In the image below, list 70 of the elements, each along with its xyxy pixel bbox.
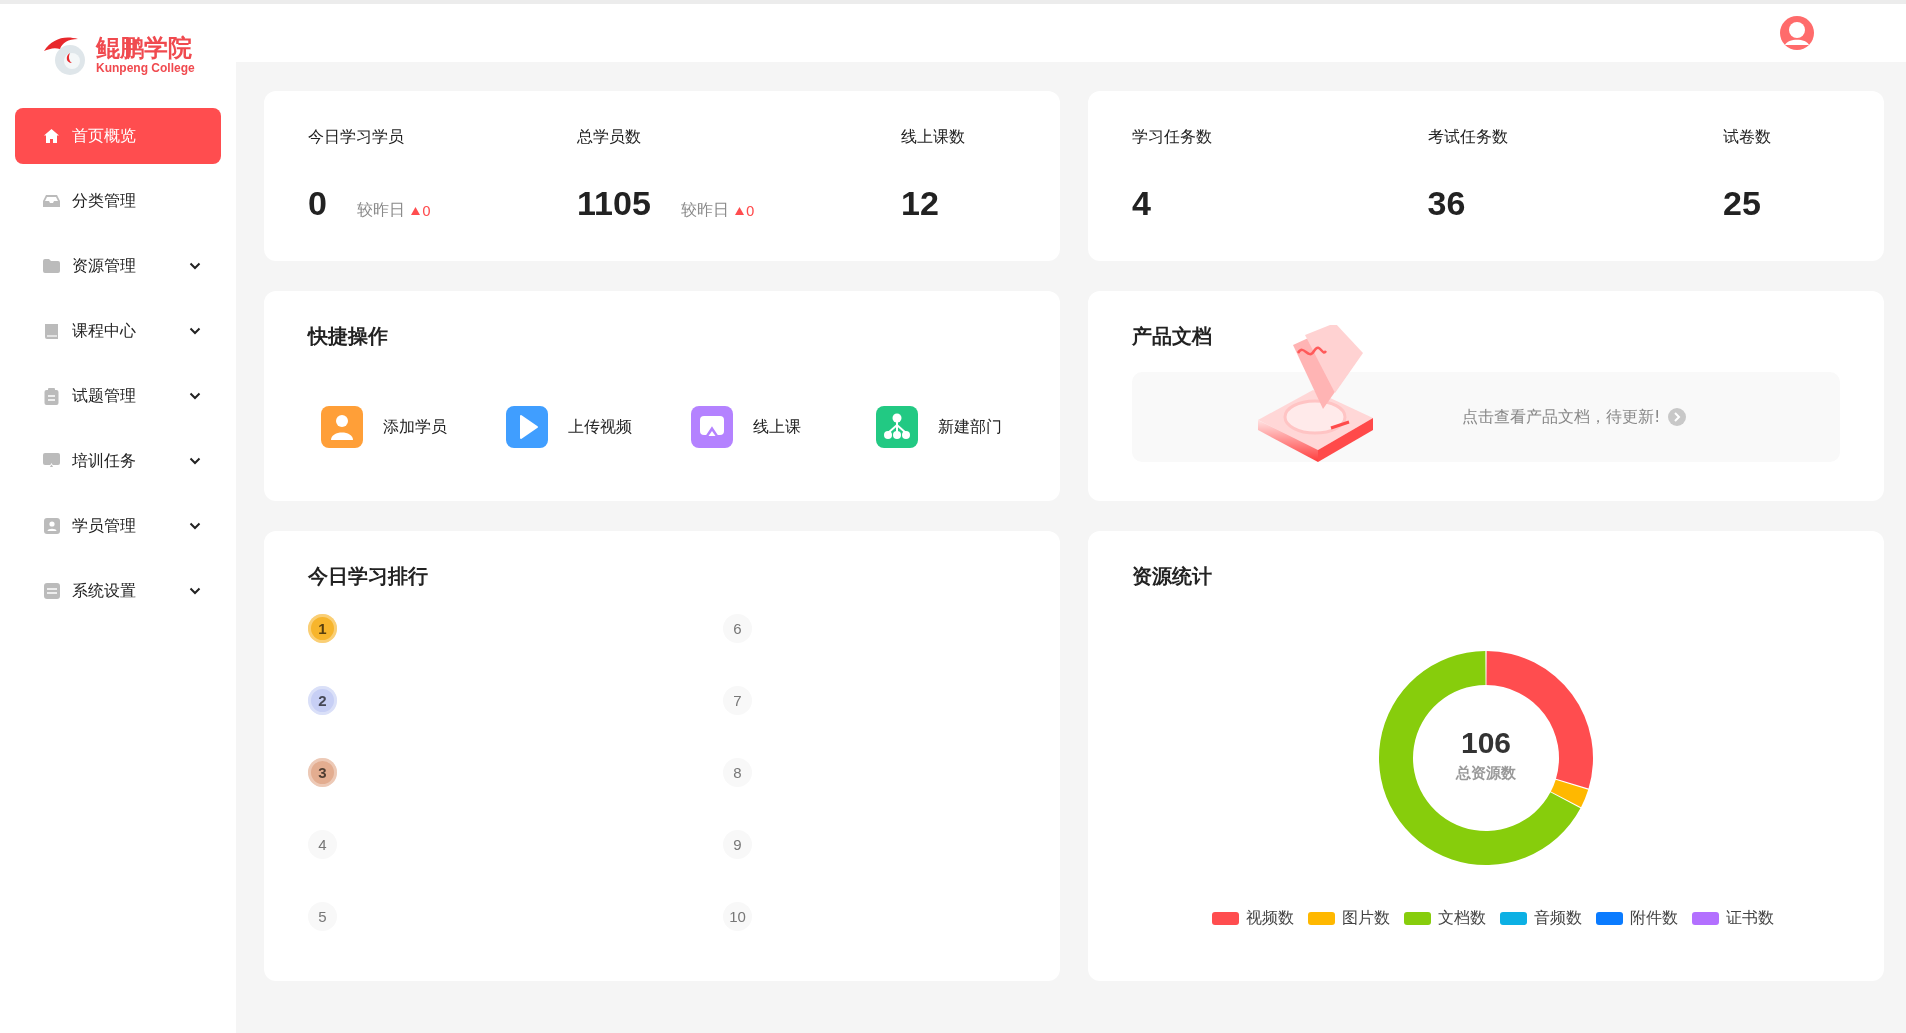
menu-item-icon [43, 518, 60, 534]
compare-label: 较昨日 [356, 200, 405, 221]
legend-label: 证书数 [1726, 908, 1774, 929]
chevron-down-icon [189, 327, 201, 335]
rank-number: 8 [723, 758, 752, 787]
menu-item-icon [44, 387, 59, 405]
menu-item-icon [43, 453, 60, 469]
logo-subtitle: Kunpeng College [96, 61, 195, 75]
sidebar-item[interactable]: 系统设置 [15, 563, 221, 619]
chevron-down-icon [189, 522, 201, 530]
menu-item-icon [44, 322, 59, 340]
quick-action[interactable]: 上传视频 [506, 406, 691, 448]
card-title: 产品文档 [1132, 323, 1213, 350]
sidebar-item[interactable]: 资源管理 [15, 238, 221, 294]
stat-label: 线上课数 [901, 127, 965, 148]
menu-item-icon [43, 194, 60, 208]
legend-label: 音频数 [1534, 908, 1582, 929]
stat-label: 今日学习学员 [308, 127, 405, 148]
sidebar-item[interactable]: 试题管理 [15, 368, 221, 424]
arrow-right-icon [1668, 408, 1687, 426]
rank-medal: 3 [308, 758, 337, 787]
stat-value: 12 [901, 184, 939, 223]
rank-number: 10 [723, 902, 752, 931]
sidebar-item[interactable]: 分类管理 [15, 173, 221, 229]
card-title: 今日学习排行 [308, 563, 429, 590]
sidebar-item[interactable]: 课程中心 [15, 303, 221, 359]
chevron-down-icon [189, 587, 201, 595]
card-title: 资源统计 [1132, 563, 1213, 590]
legend-label: 附件数 [1630, 908, 1678, 929]
delta-value: 0 [745, 203, 755, 219]
legend-label: 图片数 [1342, 908, 1390, 929]
quick-action[interactable]: 新建部门 [876, 406, 1061, 448]
rank-number: 9 [723, 830, 752, 859]
stat-label: 考试任务数 [1427, 127, 1508, 148]
stat-value: 36 [1427, 184, 1466, 223]
rank-medal: 2 [308, 686, 337, 715]
menu-item-icon [43, 128, 60, 144]
stat-value: 25 [1723, 184, 1761, 223]
rank-medal: 1 [308, 614, 337, 643]
docs-link[interactable]: 点击查看产品文档，待更新! [1462, 406, 1687, 428]
total-label: 总资源数 [1456, 763, 1516, 783]
quick-action[interactable]: 线上课 [691, 406, 876, 448]
chevron-down-icon [189, 262, 201, 270]
legend-label: 文档数 [1438, 908, 1486, 929]
sidebar-item[interactable]: 培训任务 [15, 433, 221, 489]
card-title: 快捷操作 [308, 323, 389, 350]
legend-label: 视频数 [1246, 908, 1294, 929]
stat-label: 学习任务数 [1132, 127, 1212, 148]
stat-value: 4 [1132, 184, 1151, 223]
rank-number: 4 [308, 830, 337, 859]
total-value: 106 [1460, 725, 1512, 760]
stat-label: 总学员数 [577, 127, 643, 148]
avatar-icon[interactable] [1779, 15, 1815, 51]
compare-label: 较昨日 [680, 200, 729, 221]
logo-title: 鲲鹏学院 [96, 35, 193, 62]
up-triangle-icon [410, 207, 420, 215]
sidebar-item[interactable]: 学员管理 [15, 498, 221, 554]
rank-number: 6 [723, 614, 752, 643]
stat-value: 1105 [577, 184, 651, 223]
chevron-down-icon [189, 457, 201, 465]
delta-value: 0 [421, 203, 431, 219]
quick-action[interactable]: 添加学员 [321, 406, 506, 448]
menu-item-icon [43, 259, 60, 273]
stat-label: 试卷数 [1723, 127, 1771, 148]
rank-number: 7 [723, 686, 752, 715]
stat-value: 0 [308, 184, 327, 223]
up-triangle-icon [734, 207, 744, 215]
chevron-down-icon [189, 392, 201, 400]
menu-item-icon [43, 583, 60, 599]
rank-number: 5 [308, 902, 337, 931]
